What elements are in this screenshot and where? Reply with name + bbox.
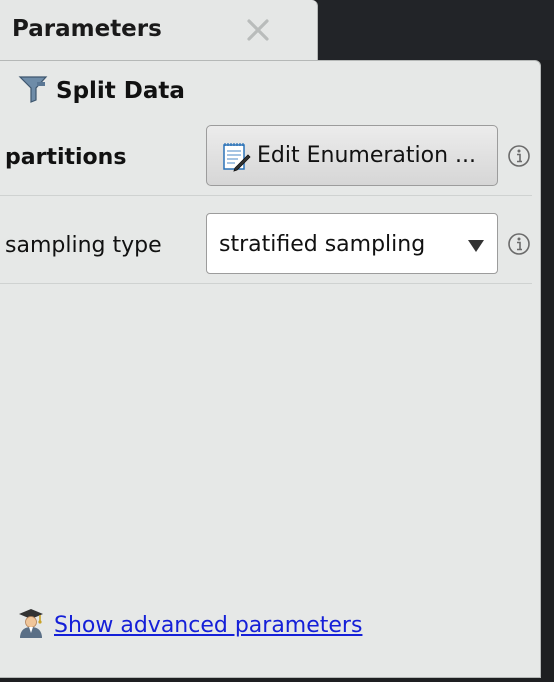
operator-header: Split Data [18,75,185,107]
background-window [318,0,554,60]
graduate-user-icon [16,607,46,643]
triangle-down-icon [467,238,485,252]
close-icon[interactable] [246,18,270,42]
parameters-tab[interactable]: Parameters [0,0,318,62]
funnel-icon [18,74,48,108]
info-icon[interactable] [507,232,531,256]
parameters-panel: Split Data partitions Edit Enumeration .… [0,60,541,678]
sampling-type-select[interactable]: stratified sampling [206,213,498,274]
operator-name: Split Data [56,78,185,104]
param-row-partitions: partitions Edit Enumeration ... [0,107,532,196]
info-icon[interactable] [507,144,531,168]
param-row-sampling-type: sampling type stratified sampling [0,195,532,284]
show-advanced-parameters-link[interactable]: Show advanced parameters [54,613,362,638]
advanced-parameters: Show advanced parameters [16,607,362,643]
tab-title: Parameters [12,16,162,42]
notepad-pencil-icon [221,140,251,172]
param-label-sampling-type: sampling type [5,233,162,258]
param-label-partitions: partitions [5,145,127,170]
sampling-type-value: stratified sampling [219,232,426,257]
edit-enumeration-button[interactable]: Edit Enumeration ... [206,125,498,186]
edit-enumeration-label: Edit Enumeration ... [257,143,476,168]
